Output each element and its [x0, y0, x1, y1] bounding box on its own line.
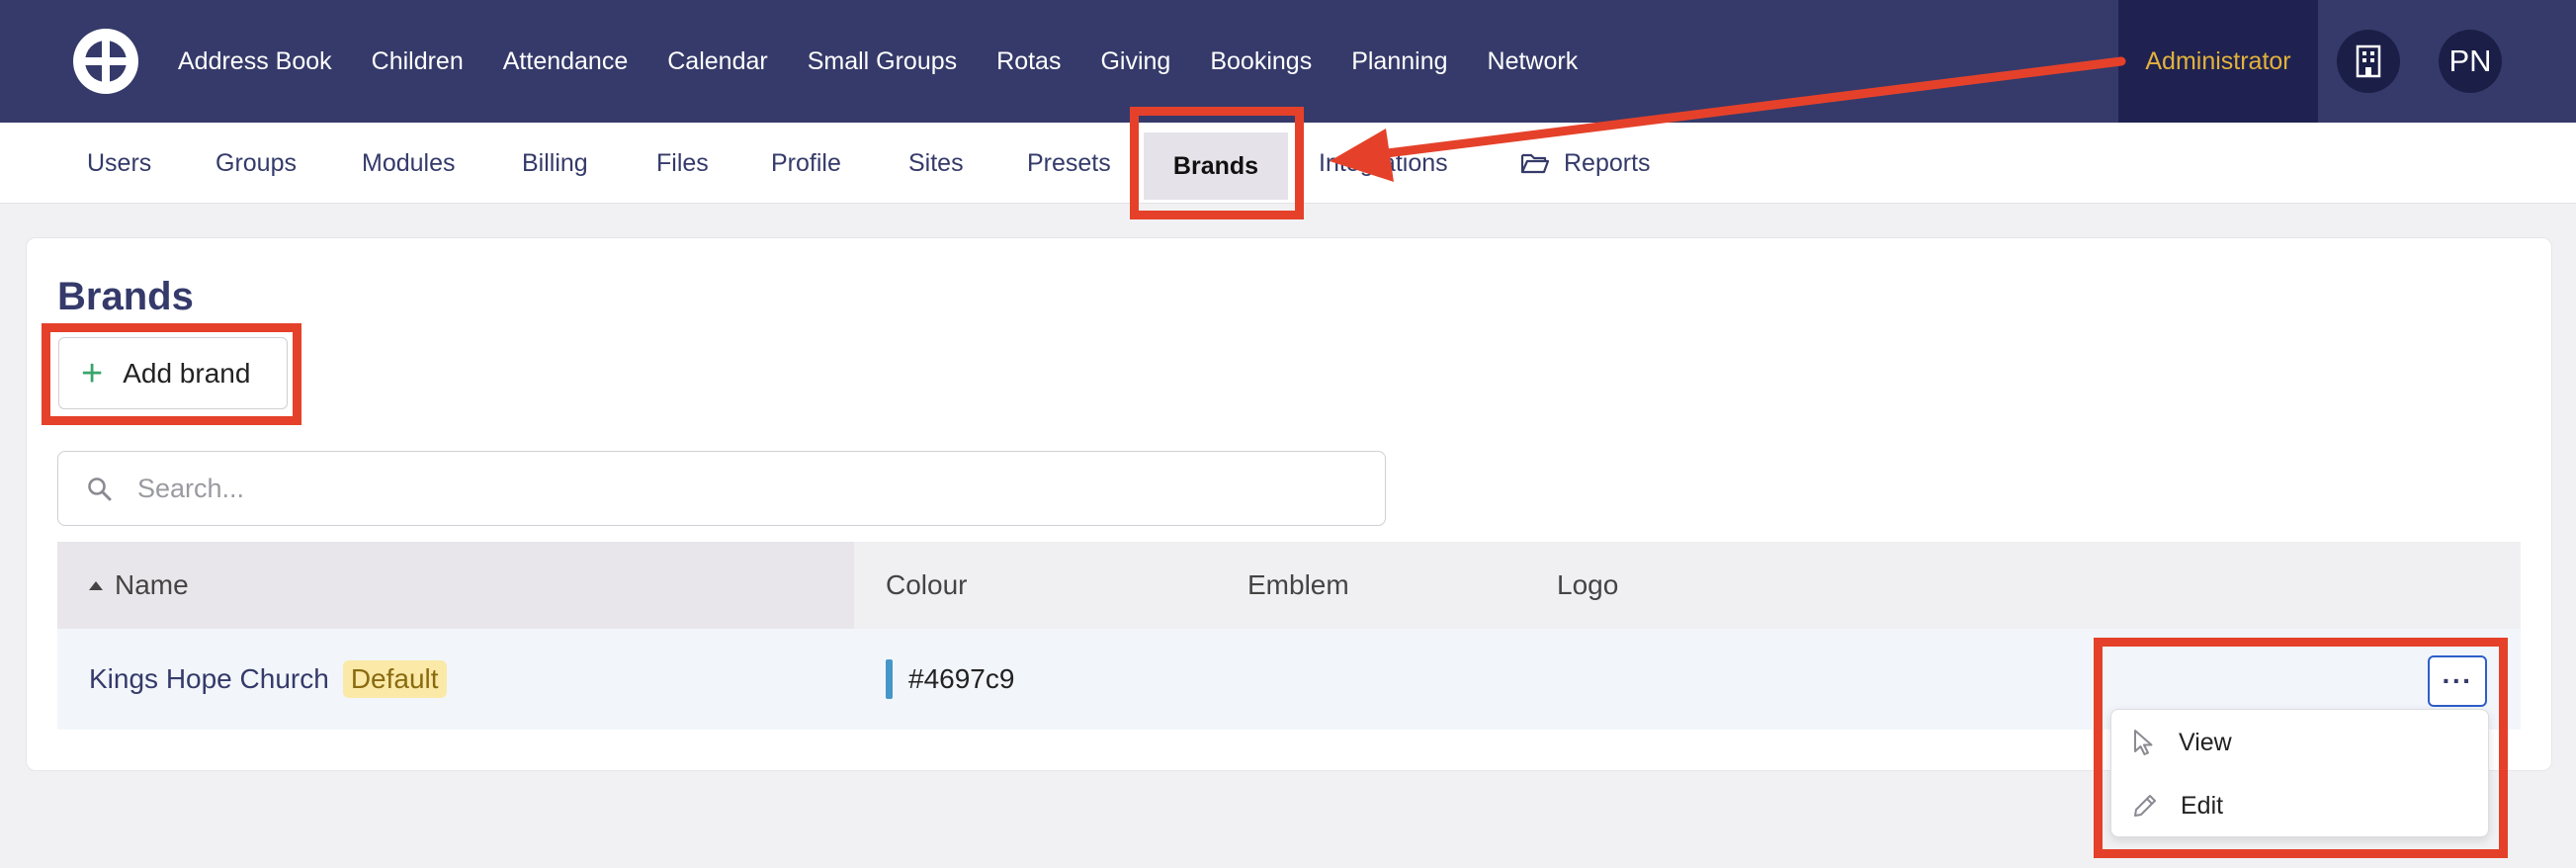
- column-header-colour[interactable]: Colour: [886, 542, 967, 629]
- column-header-name[interactable]: Name: [57, 542, 854, 629]
- subnav-modules[interactable]: Modules: [362, 123, 456, 204]
- wheel-logo-icon[interactable]: [73, 29, 138, 94]
- cursor-icon: [2134, 730, 2153, 755]
- admin-subnavigation: Users Groups Modules Billing Files Profi…: [0, 123, 2576, 204]
- row-actions-menu: View Edit: [2110, 709, 2489, 837]
- subnav-sites[interactable]: Sites: [908, 123, 964, 204]
- nav-administrator[interactable]: Administrator: [2118, 0, 2318, 123]
- menu-item-edit-label: Edit: [2181, 791, 2224, 820]
- primary-menu: Address Book Children Attendance Calenda…: [178, 0, 1617, 123]
- brand-name[interactable]: Kings Hope Church: [89, 663, 329, 695]
- subnav-groups[interactable]: Groups: [215, 123, 297, 204]
- colour-swatch: [886, 659, 893, 699]
- add-brand-label: Add brand: [123, 357, 251, 389]
- nav-bookings[interactable]: Bookings: [1210, 47, 1312, 76]
- search-icon: [88, 477, 112, 501]
- default-badge: Default: [342, 660, 447, 698]
- column-header-logo[interactable]: Logo: [1557, 542, 1618, 629]
- nav-children[interactable]: Children: [372, 47, 464, 76]
- subnav-billing[interactable]: Billing: [522, 123, 588, 204]
- folder-open-icon: [1520, 153, 1550, 174]
- menu-item-view[interactable]: View: [2111, 712, 2490, 773]
- sort-ascending-icon: [89, 580, 103, 590]
- menu-item-edit[interactable]: Edit: [2111, 775, 2490, 836]
- nav-network[interactable]: Network: [1488, 47, 1579, 76]
- building-icon: [2356, 44, 2381, 78]
- plus-icon: +: [81, 352, 104, 394]
- add-brand-button[interactable]: + Add brand: [58, 337, 288, 409]
- page-title: Brands: [57, 275, 194, 318]
- nav-calendar[interactable]: Calendar: [667, 47, 767, 76]
- subnav-users[interactable]: Users: [87, 123, 151, 204]
- table-header: Name Colour Emblem Logo: [57, 542, 2521, 629]
- nav-giving[interactable]: Giving: [1100, 47, 1170, 76]
- brand-colour-cell: #4697c9: [886, 629, 1014, 730]
- brand-name-cell: Kings Hope Church Default: [89, 629, 447, 730]
- subnav-files[interactable]: Files: [656, 123, 709, 204]
- colour-value: #4697c9: [908, 663, 1015, 694]
- nav-planning[interactable]: Planning: [1351, 47, 1447, 76]
- nav-small-groups[interactable]: Small Groups: [808, 47, 957, 76]
- subnav-integrations[interactable]: Integrations: [1319, 123, 1448, 204]
- search-box: [57, 451, 1386, 526]
- top-navigation: Address Book Children Attendance Calenda…: [0, 0, 2576, 123]
- nav-rotas[interactable]: Rotas: [996, 47, 1061, 76]
- nav-attendance[interactable]: Attendance: [503, 47, 629, 76]
- organisation-button[interactable]: [2337, 30, 2400, 93]
- nav-address-book[interactable]: Address Book: [178, 47, 332, 76]
- subnav-reports[interactable]: Reports: [1520, 123, 1651, 204]
- menu-item-view-label: View: [2179, 728, 2232, 756]
- subnav-profile[interactable]: Profile: [771, 123, 841, 204]
- row-actions-button[interactable]: ···: [2428, 655, 2487, 707]
- subnav-brands[interactable]: Brands: [1144, 132, 1288, 200]
- pencil-icon: [2134, 795, 2156, 817]
- column-name-label: Name: [115, 569, 189, 600]
- user-avatar[interactable]: PN: [2439, 30, 2502, 93]
- subnav-reports-label: Reports: [1564, 148, 1651, 177]
- search-input[interactable]: [137, 466, 1324, 511]
- subnav-presets[interactable]: Presets: [1027, 123, 1111, 204]
- column-header-emblem[interactable]: Emblem: [1247, 542, 1349, 629]
